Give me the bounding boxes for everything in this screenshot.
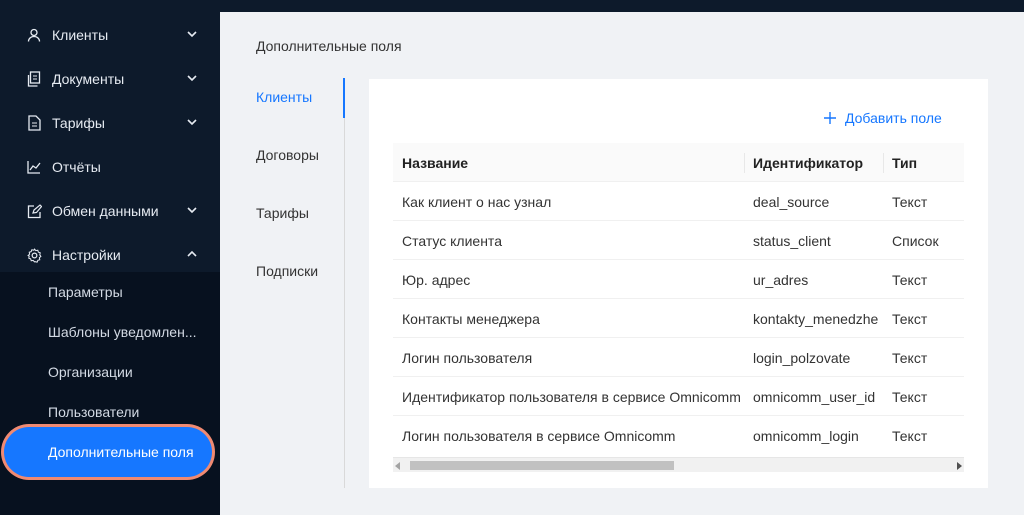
edit-icon: [26, 203, 42, 219]
sidebar-item-clients[interactable]: Клиенты: [0, 13, 220, 57]
cell-identifier: status_client: [753, 232, 831, 249]
add-field-label: Добавить поле: [845, 110, 942, 126]
cell-type: Текст: [892, 310, 928, 327]
sidebar-item-label: Документы: [52, 71, 125, 87]
column-header-identifier[interactable]: Идентификатор: [753, 143, 863, 182]
documents-icon: [26, 71, 42, 87]
column-separator: [883, 153, 884, 173]
submenu-item-users[interactable]: Пользователи: [0, 392, 220, 432]
cell-identifier: login_polzovate: [753, 349, 851, 366]
page-title: Дополнительные поля: [256, 38, 402, 54]
table-row[interactable]: Идентификатор пользователя в сервисе Omn…: [393, 377, 964, 416]
table-row[interactable]: Статус клиента status_client Список: [393, 221, 964, 260]
cell-name: Как клиент о нас узнал: [402, 193, 552, 210]
sidebar-item-settings[interactable]: Настройки: [0, 233, 220, 277]
cell-identifier: omnicomm_user_id: [753, 388, 876, 405]
cell-name: Логин пользователя: [402, 349, 533, 366]
cell-type: Текст: [892, 193, 928, 210]
cell-name: Контакты менеджера: [402, 310, 540, 327]
sidebar-item-label: Обмен данными: [52, 203, 159, 219]
chevron-down-icon: [187, 207, 197, 214]
sidebar-item-data-exchange[interactable]: Обмен данными: [0, 189, 220, 233]
table-row[interactable]: Логин пользователя login_polzovate Текст: [393, 338, 964, 377]
column-separator: [744, 153, 745, 173]
cell-identifier: ur_adres: [753, 271, 809, 288]
cell-identifier: kontakty_menedzhe: [753, 310, 879, 327]
sidebar-item-label: Настройки: [52, 247, 121, 263]
submenu-item-notification-templates[interactable]: Шаблоны уведомлен...: [0, 312, 220, 352]
scroll-left-icon[interactable]: [395, 462, 400, 470]
sidebar-item-reports[interactable]: Отчёты: [0, 145, 220, 189]
submenu-item-additional-fields[interactable]: Дополнительные поля: [4, 427, 212, 477]
cell-type: Список: [892, 232, 939, 249]
table-header: Название Идентификатор Тип: [393, 143, 964, 182]
cell-name: Идентификатор пользователя в сервисе Omn…: [402, 388, 741, 405]
cell-type: Текст: [892, 349, 928, 366]
cell-name: Юр. адрес: [402, 271, 471, 288]
gear-icon: [26, 247, 42, 263]
cell-type: Текст: [892, 427, 928, 444]
tab-contracts[interactable]: Договоры: [256, 147, 319, 163]
chevron-up-icon: [187, 250, 197, 257]
cell-identifier: omnicomm_login: [753, 427, 859, 444]
cell-identifier: deal_source: [753, 193, 830, 210]
cell-name: Статус клиента: [402, 232, 502, 249]
sidebar: Клиенты Документы Тарифы Отчёты Обмен да…: [0, 0, 220, 515]
tariff-icon: [26, 115, 42, 131]
sidebar-item-label: Отчёты: [52, 159, 101, 175]
table-row[interactable]: Логин пользователя в сервисе Omnicomm om…: [393, 416, 964, 455]
sidebar-item-tariffs[interactable]: Тарифы: [0, 101, 220, 145]
chevron-down-icon: [187, 119, 197, 126]
chevron-down-icon: [187, 75, 197, 82]
submenu-item-parameters[interactable]: Параметры: [0, 272, 220, 312]
fields-card: Добавить поле Название Идентификатор Тип…: [369, 79, 988, 488]
sidebar-item-label: Тарифы: [52, 115, 105, 131]
cell-type: Текст: [892, 388, 928, 405]
fields-table: Название Идентификатор Тип Как клиент о …: [393, 143, 964, 474]
add-field-button[interactable]: Добавить поле: [823, 110, 942, 126]
table-row[interactable]: Контакты менеджера kontakty_menedzhe Тек…: [393, 299, 964, 338]
column-header-type[interactable]: Тип: [892, 143, 917, 182]
user-icon: [26, 27, 42, 43]
plus-icon: [824, 112, 836, 124]
column-header-name[interactable]: Название: [402, 143, 468, 182]
horizontal-scrollbar[interactable]: [393, 457, 964, 472]
table-row[interactable]: Юр. адрес ur_adres Текст: [393, 260, 964, 299]
scroll-right-icon[interactable]: [957, 462, 962, 470]
chevron-down-icon: [187, 31, 197, 38]
cell-type: Текст: [892, 271, 928, 288]
tab-clients[interactable]: Клиенты: [256, 89, 312, 105]
cell-name: Логин пользователя в сервисе Omnicomm: [402, 427, 676, 444]
tabs-divider: [344, 78, 345, 488]
active-tab-indicator: [343, 78, 345, 118]
scrollbar-thumb[interactable]: [410, 461, 674, 470]
settings-submenu: Параметры Шаблоны уведомлен... Организац…: [0, 272, 220, 515]
top-bar: [220, 0, 1024, 12]
chart-icon: [26, 159, 42, 175]
table-row[interactable]: Как клиент о нас узнал deal_source Текст: [393, 182, 964, 221]
tab-subscriptions[interactable]: Подписки: [256, 263, 318, 279]
sidebar-item-label: Клиенты: [52, 27, 109, 43]
sidebar-item-documents[interactable]: Документы: [0, 57, 220, 101]
submenu-item-organizations[interactable]: Организации: [0, 352, 220, 392]
main-content: Дополнительные поля Клиенты Договоры Тар…: [220, 12, 1024, 515]
tab-tariffs[interactable]: Тарифы: [256, 205, 309, 221]
